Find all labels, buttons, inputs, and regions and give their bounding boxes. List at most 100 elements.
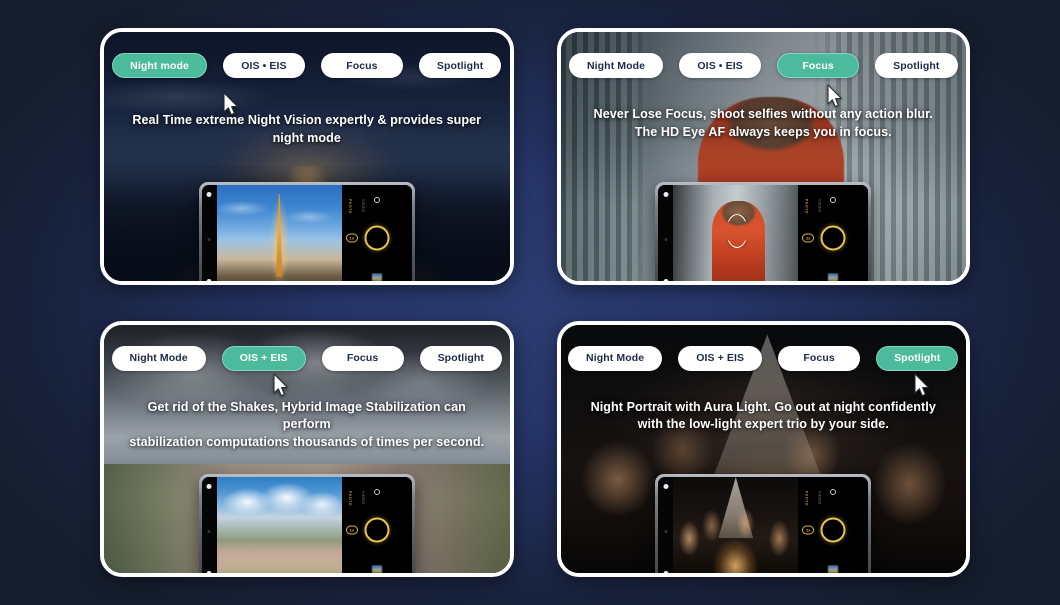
flash-ring-icon[interactable] [373,489,380,495]
camera-mode-label-selected[interactable]: PHOTO [348,491,352,506]
feature-card-focus[interactable]: Night Mode OIS • EIS Focus Spotlight Nev… [556,28,970,285]
phone-sensor-bar [658,477,674,574]
caption-line: with the low-light expert trio by your s… [637,417,889,432]
sensor-dot-icon [207,530,211,533]
tab-pill-row: Night mode OIS • EIS Focus Spotlight [104,53,510,78]
tab-pill-row: Night Mode OIS + EIS Focus Spotlight [561,345,967,371]
camera-controls-panel: VIDEO PHOTO 1x [341,477,412,574]
camera-controls-panel: VIDEO PHOTO 1x [798,184,869,281]
tab-ois-eis[interactable]: OIS + EIS [221,345,306,371]
phone-mockup: VIDEO PHOTO 1x [198,181,415,281]
panel-caption: Night Portrait with Aura Light. Go out a… [581,399,946,435]
camera-mode-label-selected[interactable]: PHOTO [804,491,808,506]
camera-mode-list[interactable]: VIDEO PHOTO [348,199,365,214]
camera-lens-icon [206,571,212,574]
camera-mode-label[interactable]: VIDEO [817,199,821,214]
tab-focus[interactable]: Focus [777,53,860,78]
phone-screen: VIDEO PHOTO 1x [658,184,869,281]
gallery-thumbnail[interactable] [827,272,839,281]
tab-night-mode[interactable]: Night Mode [111,345,206,371]
flash-ring-icon[interactable] [373,196,380,203]
phone-screen: VIDEO PHOTO 1x [201,184,412,281]
camera-controls-panel: VIDEO PHOTO 1x [341,184,412,281]
tab-focus[interactable]: Focus [778,345,861,371]
panel-caption: Never Lose Focus, shoot selfies without … [581,106,946,142]
shutter-button[interactable] [820,225,846,250]
viewfinder-image-eiffel [216,184,342,281]
caption-line: Night Portrait with Aura Light. Go out a… [590,399,936,414]
phone-sensor-bar [658,184,674,281]
camera-lens-icon [206,484,212,489]
tab-pill-row: Night Mode OIS • EIS Focus Spotlight [561,53,967,78]
shutter-button[interactable] [364,225,390,250]
viewfinder-image-campfire [673,477,799,574]
flash-ring-icon[interactable] [830,489,837,495]
caption-line: stabilization computations thousands of … [129,435,485,450]
zoom-chip[interactable]: 1x [345,233,358,242]
phone-sensor-bar [201,477,217,574]
camera-viewfinder [216,184,342,281]
camera-mode-label-selected[interactable]: PHOTO [348,199,352,214]
viewfinder-image-park [216,477,342,574]
tab-focus[interactable]: Focus [321,345,404,371]
camera-viewfinder [216,477,342,574]
zoom-chip[interactable]: 1x [802,233,815,242]
tab-ois-eis[interactable]: OIS + EIS [678,345,763,371]
panel-caption: Real Time extreme Night Vision expertly … [124,112,489,148]
phone-sensor-bar [201,184,217,281]
camera-lens-icon [663,484,669,489]
flash-ring-icon[interactable] [830,196,837,203]
phone-mockup: VIDEO PHOTO 1x [655,474,872,574]
gallery-thumbnail[interactable] [827,565,839,574]
camera-mode-list[interactable]: VIDEO PHOTO [348,491,365,506]
camera-mode-label[interactable]: VIDEO [817,491,821,506]
caption-line: Get rid of the Shakes, Hybrid Image Stab… [147,399,466,432]
caption-line: Never Lose Focus, shoot selfies without … [593,107,933,121]
panel-caption: Get rid of the Shakes, Hybrid Image Stab… [124,399,489,453]
phone-mockup: VIDEO PHOTO 1x [198,474,415,574]
tab-spotlight[interactable]: Spotlight [875,53,958,78]
camera-lens-icon [663,571,669,574]
shutter-button[interactable] [820,517,846,543]
camera-mode-label[interactable]: VIDEO [361,491,365,506]
tab-night-mode[interactable]: Night mode [112,53,207,78]
feature-panel-grid: Night mode OIS • EIS Focus Spotlight Rea… [0,0,1060,605]
caption-line: Real Time extreme Night Vision expertly … [132,113,482,145]
tab-pill-row: Night Mode OIS + EIS Focus Spotlight [104,345,510,371]
tab-spotlight[interactable]: Spotlight [419,345,502,371]
camera-lens-icon [206,278,212,281]
phone-screen: VIDEO PHOTO 1x [658,477,869,574]
sensor-dot-icon [664,530,668,533]
tab-spotlight[interactable]: Spotlight [418,53,502,78]
camera-viewfinder [673,184,799,281]
camera-mode-label[interactable]: VIDEO [361,199,365,214]
viewfinder-image-portrait-af [673,184,799,281]
camera-controls-panel: VIDEO PHOTO 1x [798,477,869,574]
shutter-button[interactable] [364,517,390,543]
tab-ois-eis[interactable]: OIS • EIS [222,53,305,78]
phone-mockup: VIDEO PHOTO 1x [655,181,872,281]
caption-line: The HD Eye AF always keeps you in focus. [634,124,892,139]
camera-viewfinder [673,477,799,574]
camera-mode-list[interactable]: VIDEO PHOTO [804,199,821,214]
tab-spotlight[interactable]: Spotlight [876,345,959,371]
tab-night-mode[interactable]: Night Mode [568,345,663,371]
zoom-chip[interactable]: 1x [802,525,815,535]
gallery-thumbnail[interactable] [371,272,383,281]
feature-card-ois-eis[interactable]: Night Mode OIS + EIS Focus Spotlight Get… [100,320,514,577]
page-background: Night mode OIS • EIS Focus Spotlight Rea… [0,0,1060,605]
feature-card-night-mode[interactable]: Night mode OIS • EIS Focus Spotlight Rea… [100,28,514,285]
feature-card-spotlight[interactable]: Night Mode OIS + EIS Focus Spotlight Nig… [556,320,970,577]
phone-screen: VIDEO PHOTO 1x [201,477,412,574]
gallery-thumbnail[interactable] [371,565,383,574]
sensor-dot-icon [664,237,668,241]
tab-night-mode[interactable]: Night Mode [568,53,664,78]
sensor-dot-icon [207,237,211,241]
camera-mode-list[interactable]: VIDEO PHOTO [804,491,821,506]
tab-ois-eis[interactable]: OIS • EIS [679,53,762,78]
camera-lens-icon [663,191,669,197]
tab-focus[interactable]: Focus [320,53,403,78]
camera-lens-icon [206,191,212,197]
camera-mode-label-selected[interactable]: PHOTO [804,199,808,214]
zoom-chip[interactable]: 1x [345,525,358,535]
